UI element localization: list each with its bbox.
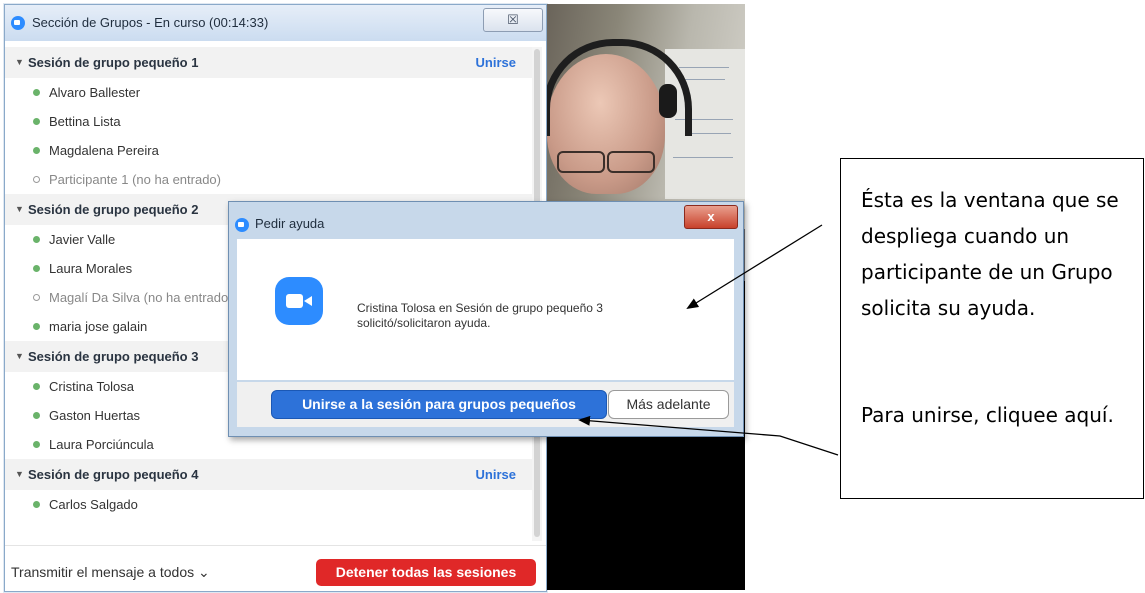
arrow-to-dialog [686,224,823,310]
annotation-arrows [578,224,839,456]
arrow-to-join-button [578,415,839,456]
